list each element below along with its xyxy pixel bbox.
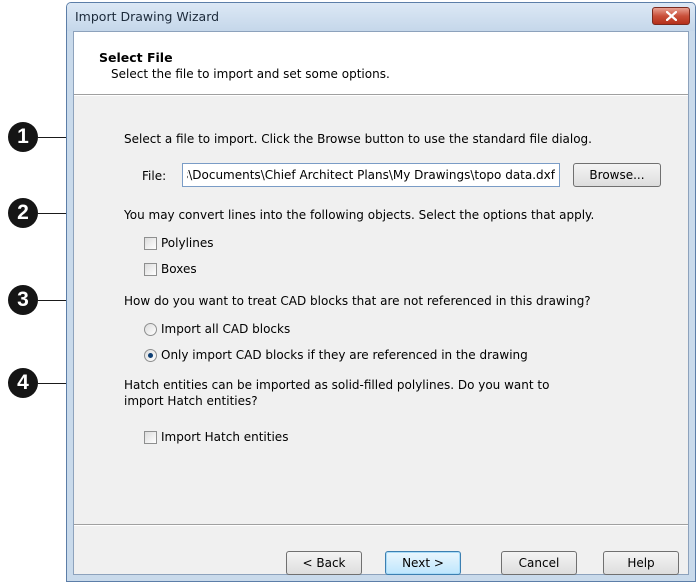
import-all-blocks-radio[interactable] [144,323,157,336]
close-button[interactable] [652,7,690,25]
file-path-input[interactable] [182,163,560,187]
wizard-client-area: Select File Select the file to import an… [73,31,689,575]
title-bar[interactable]: Import Drawing Wizard [67,3,695,31]
next-button[interactable]: Next > [385,551,461,575]
import-all-blocks-label: Import all CAD blocks [161,322,291,336]
hatch-instruction-line1: Hatch entities can be imported as solid-… [124,378,550,392]
header-divider [74,94,688,96]
back-button[interactable]: < Back [286,551,362,575]
convert-instruction: You may convert lines into the following… [124,208,595,222]
hatch-instruction-line2: import Hatch entities? [124,394,258,408]
footer-divider [74,524,688,526]
polylines-label: Polylines [161,236,214,250]
only-referenced-blocks-radio[interactable] [144,349,157,362]
wizard-header: Select File Select the file to import an… [74,32,688,94]
polylines-checkbox[interactable] [144,237,157,250]
callout-2: 2 [8,198,38,228]
callout-3: 3 [8,285,38,315]
page-subtitle: Select the file to import and set some o… [111,67,390,81]
window-title: Import Drawing Wizard [75,9,220,24]
import-drawing-wizard-window: Import Drawing Wizard Select File Select… [66,2,696,582]
cancel-button[interactable]: Cancel [501,551,577,575]
file-instruction: Select a file to import. Click the Brows… [124,132,592,146]
blocks-instruction: How do you want to treat CAD blocks that… [124,294,591,308]
close-icon [666,11,677,21]
page-title: Select File [99,50,173,65]
file-label: File: [142,169,167,183]
import-hatch-checkbox[interactable] [144,431,157,444]
boxes-label: Boxes [161,262,197,276]
browse-button[interactable]: Browse... [573,163,661,187]
import-hatch-label: Import Hatch entities [161,430,289,444]
callout-1: 1 [8,122,38,152]
only-referenced-blocks-label: Only import CAD blocks if they are refer… [161,348,528,362]
callout-4: 4 [8,368,38,398]
help-button[interactable]: Help [603,551,679,575]
boxes-checkbox[interactable] [144,263,157,276]
